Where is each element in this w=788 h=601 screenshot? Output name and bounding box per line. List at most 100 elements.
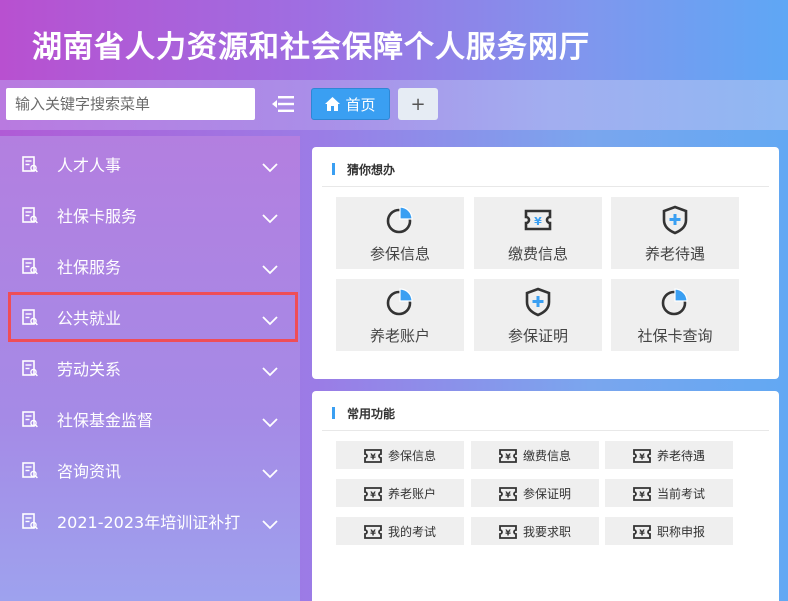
yuan-ticket-icon: ¥: [523, 205, 553, 235]
common-function-chip[interactable]: ¥ 参保证明: [471, 479, 599, 507]
common-function-chip[interactable]: ¥ 养老账户: [336, 479, 464, 507]
document-search-icon: [22, 411, 38, 428]
quick-tile-label: 养老待遇: [644, 245, 705, 263]
common-function-label: 职称申报: [656, 524, 705, 539]
common-function-chip[interactable]: ¥ 当前考试: [605, 479, 733, 507]
common-function-chip[interactable]: ¥ 养老待遇: [605, 441, 733, 469]
svg-text:¥: ¥: [639, 529, 645, 538]
search-input[interactable]: [6, 88, 255, 120]
quick-tile[interactable]: 养老待遇: [611, 197, 739, 269]
document-search-icon: [22, 156, 38, 173]
document-search-icon: [22, 360, 38, 377]
add-tab-button[interactable]: +: [398, 88, 438, 120]
common-function-label: 缴费信息: [522, 448, 571, 463]
yuan-ticket-icon: ¥: [633, 524, 651, 539]
quick-tile-label: 养老账户: [369, 327, 430, 345]
sidebar-item-label: 2021-2023年培训证补打: [57, 513, 241, 532]
sidebar-item[interactable]: 咨询资讯: [0, 445, 300, 495]
yuan-ticket-icon: ¥: [633, 448, 651, 463]
svg-text:¥: ¥: [505, 529, 511, 538]
yuan-ticket-icon: ¥: [633, 486, 651, 501]
yuan-ticket-icon: ¥: [364, 448, 382, 463]
divider: [322, 186, 769, 187]
chevron-down-icon[interactable]: [262, 311, 278, 326]
sidebar-item[interactable]: 劳动关系: [0, 343, 300, 393]
shield-plus-icon: [660, 205, 690, 235]
svg-text:¥: ¥: [370, 453, 376, 462]
svg-text:¥: ¥: [370, 491, 376, 500]
sidebar-item[interactable]: 人才人事: [0, 139, 300, 189]
yuan-ticket-icon: ¥: [499, 486, 517, 501]
quick-tile[interactable]: 社保卡查询: [611, 279, 739, 351]
common-function-label: 当前考试: [656, 486, 705, 501]
chevron-down-icon[interactable]: [262, 209, 278, 224]
svg-text:¥: ¥: [534, 215, 542, 228]
yuan-ticket-icon: ¥: [364, 524, 382, 539]
quick-tile[interactable]: 参保证明: [474, 279, 602, 351]
shield-plus-icon: [523, 287, 553, 317]
page-header: 湖南省人力资源和社会保障个人服务网厅: [0, 0, 788, 80]
common-function-chip[interactable]: ¥ 职称申报: [605, 517, 733, 545]
document-search-icon: [22, 309, 38, 326]
page-title: 湖南省人力资源和社会保障个人服务网厅: [32, 30, 590, 65]
pie-chart-icon: [385, 287, 415, 317]
guess-panel: 猜你想办 参保信息 ¥ 缴费信息 养老待遇养老账户 参保证明 社保卡查询: [312, 147, 779, 379]
sidebar-item-label: 劳动关系: [57, 360, 122, 379]
quick-tile[interactable]: ¥ 缴费信息: [474, 197, 602, 269]
common-panel-title: 常用功能: [332, 405, 395, 422]
svg-text:¥: ¥: [370, 529, 376, 538]
common-function-chip[interactable]: ¥ 参保信息: [336, 441, 464, 469]
common-function-label: 养老待遇: [656, 448, 705, 463]
chevron-down-icon[interactable]: [262, 464, 278, 479]
yuan-ticket-icon: ¥: [499, 524, 517, 539]
common-function-label: 我的考试: [387, 524, 436, 539]
common-function-label: 养老账户: [387, 486, 436, 501]
sidebar-item-label: 社保基金监督: [57, 411, 154, 430]
sidebar-item[interactable]: 社保服务: [0, 241, 300, 291]
common-function-chip[interactable]: ¥ 缴费信息: [471, 441, 599, 469]
common-function-chip[interactable]: ¥ 我要求职: [471, 517, 599, 545]
sidebar-item-label: 公共就业: [57, 309, 122, 328]
chevron-down-icon[interactable]: [262, 260, 278, 275]
quick-tile-label: 社保卡查询: [637, 327, 713, 345]
document-search-icon: [22, 462, 38, 479]
document-search-icon: [22, 258, 38, 275]
sidebar-item-label: 咨询资讯: [57, 462, 122, 481]
tab-home-label: 首页: [345, 95, 376, 114]
common-panel: 常用功能 ¥ 参保信息 ¥ 缴费信息 ¥ 养老待遇 ¥ 养老账户 ¥ 参保证明 ¥ 当前考试 ¥ 我的考试…: [312, 391, 779, 601]
quick-tile-label: 参保信息: [369, 245, 430, 263]
common-function-label: 参保信息: [387, 448, 436, 463]
quick-tile-label: 缴费信息: [507, 245, 568, 263]
sidebar-item-label: 社保服务: [57, 258, 122, 277]
sidebar-item[interactable]: 社保卡服务: [0, 190, 300, 240]
home-icon: [325, 97, 341, 111]
sidebar-item[interactable]: 公共就业: [8, 292, 298, 342]
quick-tile[interactable]: 参保信息: [336, 197, 464, 269]
sidebar-item-label: 社保卡服务: [57, 207, 138, 226]
sidebar-item[interactable]: 2021-2023年培训证补打: [0, 496, 300, 546]
svg-text:¥: ¥: [639, 453, 645, 462]
sidebar-item-label: 人才人事: [57, 156, 122, 175]
chevron-down-icon[interactable]: [262, 413, 278, 428]
tab-home[interactable]: 首页: [311, 88, 390, 120]
chevron-down-icon[interactable]: [262, 362, 278, 377]
quick-tile[interactable]: 养老账户: [336, 279, 464, 351]
menu-collapse-icon[interactable]: [272, 94, 294, 114]
svg-text:¥: ¥: [505, 491, 511, 500]
common-function-chip[interactable]: ¥ 我的考试: [336, 517, 464, 545]
divider: [322, 430, 769, 431]
add-tab-label: +: [410, 93, 426, 115]
guess-panel-title: 猜你想办: [332, 161, 395, 178]
quick-tile-label: 参保证明: [507, 327, 568, 345]
chevron-down-icon[interactable]: [262, 158, 278, 173]
chevron-down-icon[interactable]: [262, 515, 278, 530]
common-function-label: 我要求职: [522, 524, 571, 539]
sidebar: 人才人事社保卡服务社保服务公共就业劳动关系社保基金监督 咨询资讯 2021-2023…: [0, 136, 300, 601]
document-search-icon: [22, 513, 38, 530]
yuan-ticket-icon: ¥: [499, 448, 517, 463]
yuan-ticket-icon: ¥: [364, 486, 382, 501]
pie-chart-icon: [660, 287, 690, 317]
pie-chart-icon: [385, 205, 415, 235]
document-search-icon: [22, 207, 38, 224]
sidebar-item[interactable]: 社保基金监督: [0, 394, 300, 444]
